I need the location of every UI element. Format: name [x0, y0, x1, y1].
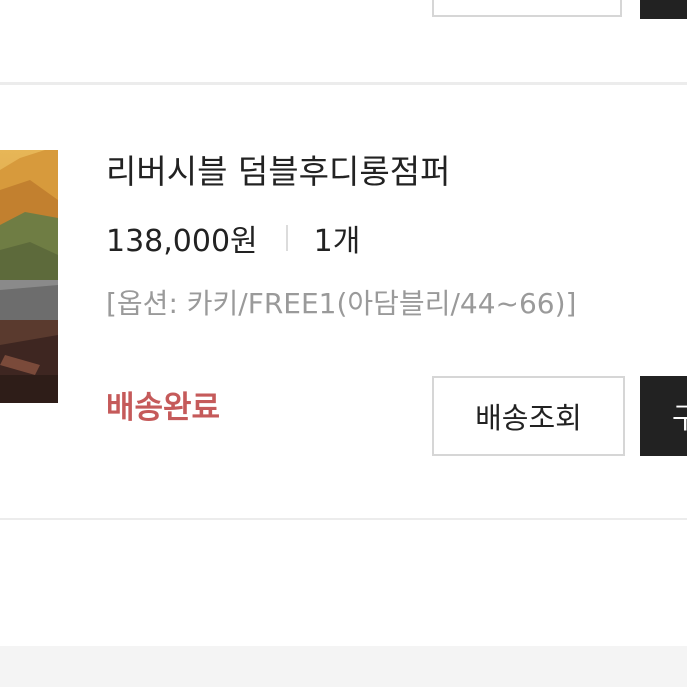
product-option: [옵션: 카키/FREE1(아담블리/44~66)]: [106, 287, 577, 320]
item-divider: [0, 82, 687, 85]
product-thumbnail[interactable]: [0, 150, 58, 403]
price-row: 138,000원 1개: [106, 216, 360, 260]
bottom-section-background: [0, 646, 687, 687]
track-delivery-button[interactable]: 배송조회: [432, 376, 625, 456]
product-price: 138,000원: [106, 224, 258, 259]
prev-item-dark-button[interactable]: [640, 0, 687, 19]
price-quantity-separator: [285, 225, 288, 251]
section-divider: [0, 518, 687, 520]
purchase-confirm-button[interactable]: 구: [640, 376, 687, 456]
delivery-status-badge: 배송완료: [106, 390, 221, 426]
prev-item-outline-button[interactable]: [432, 0, 622, 17]
product-quantity: 1개: [313, 224, 361, 259]
product-name[interactable]: 리버시블 덤블후디롱점퍼: [106, 150, 450, 194]
